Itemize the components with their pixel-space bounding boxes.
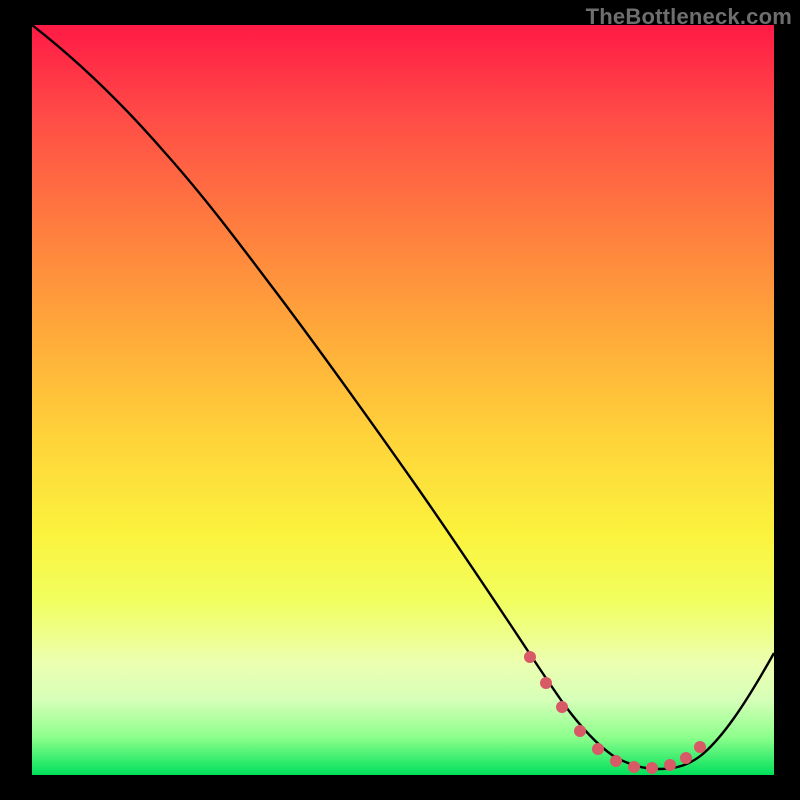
watermark: TheBottleneck.com	[586, 4, 792, 30]
chart-frame: TheBottleneck.com	[0, 0, 800, 800]
plot-area	[32, 25, 774, 775]
